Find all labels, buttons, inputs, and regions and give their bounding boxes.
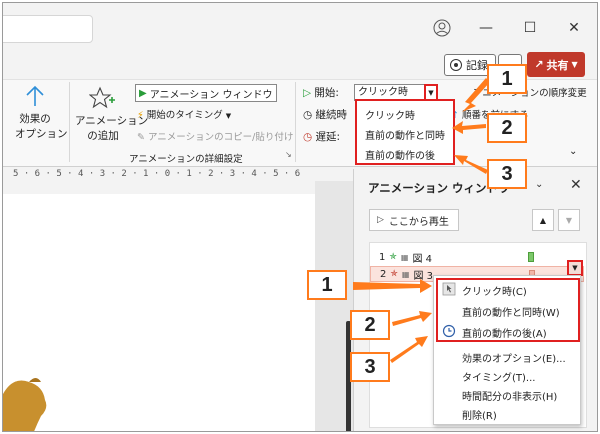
- entrance-star-icon: ✯: [389, 252, 397, 262]
- callout-badge: 3: [350, 352, 390, 382]
- callout-badge: 2: [487, 113, 527, 143]
- horizontal-ruler: 5 · 6 · 5 · 4 · 3 · 2 · 1 · 0 · 1 · 2 · …: [13, 169, 301, 179]
- item-name: 図 3: [413, 270, 434, 282]
- chevron-down-icon: ▼: [225, 112, 232, 120]
- dog-illustration[interactable]: [3, 372, 53, 432]
- play-from-label: ここから再生: [388, 216, 449, 228]
- close-icon[interactable]: ✕: [570, 177, 582, 193]
- account-icon[interactable]: [433, 19, 451, 37]
- timing-bar: [528, 252, 534, 262]
- menu-item-after-previous[interactable]: 直前の動作の後(A): [462, 325, 547, 340]
- group-divider: [69, 82, 70, 162]
- clock-icon: [442, 324, 456, 338]
- item-number: 1: [379, 251, 386, 263]
- menu-item-on-click[interactable]: クリック時(C): [462, 283, 527, 298]
- menu-item-with-previous[interactable]: 直前の動作と同時(W): [462, 304, 560, 319]
- menu-item-effect-options[interactable]: 効果のオプション(E)...: [462, 350, 566, 365]
- chevron-down-icon: ▼: [572, 264, 578, 272]
- start-label: ▷ 開始:: [303, 87, 339, 99]
- record-label: 記録: [466, 59, 488, 72]
- lightning-icon: ⚡: [137, 110, 144, 121]
- entrance-star-icon: ✯: [390, 269, 398, 279]
- item-dropdown-arrow[interactable]: ▼: [567, 260, 583, 276]
- callout-badge: 3: [487, 159, 527, 189]
- move-up-button[interactable]: ▲: [532, 209, 554, 231]
- share-icon: ↗: [534, 58, 544, 71]
- record-icon: [450, 59, 462, 71]
- trigger-label: 開始のタイミング: [146, 110, 223, 121]
- start-options-dropdown: クリック時 直前の動作と同時 直前の動作の後: [355, 99, 455, 165]
- slide-canvas[interactable]: [3, 194, 315, 432]
- animation-pane-icon: ▶: [139, 87, 147, 99]
- menu-item-timing[interactable]: タイミング(T)...: [462, 369, 535, 384]
- chevron-down-icon: ▼: [428, 88, 434, 97]
- clock-icon: ◷: [303, 131, 313, 143]
- delay-label: ◷ 遅延:: [303, 131, 341, 143]
- menu-item-remove[interactable]: 削除(R): [462, 407, 497, 422]
- callout-badge: 2: [350, 310, 390, 340]
- chevron-down-icon[interactable]: ⌄: [535, 179, 543, 190]
- animation-painter-label: アニメーションのコピー/貼り付け: [148, 132, 294, 143]
- close-icon[interactable]: ✕: [563, 17, 585, 39]
- maximize-icon[interactable]: ☐: [519, 17, 541, 39]
- search-box[interactable]: [3, 15, 93, 43]
- play-from-button[interactable]: ▷ ここから再生: [369, 209, 459, 231]
- effect-options-label[interactable]: 効果の オプション: [15, 111, 68, 141]
- effect-options-icon[interactable]: [23, 84, 47, 108]
- animation-context-menu: クリック時(C) 直前の動作と同時(W) 直前の動作の後(A) 効果のオプション…: [433, 275, 581, 425]
- picture-icon: ▦: [401, 269, 410, 279]
- animation-item[interactable]: 1 ✯ ▦ 図 4: [370, 249, 584, 265]
- move-down-button[interactable]: ▼: [558, 209, 580, 231]
- menu-item-hide-timeline[interactable]: 時間配分の非表示(H): [462, 388, 557, 403]
- share-button[interactable]: ↗ 共有 ▼: [527, 52, 585, 77]
- animation-pane-button[interactable]: ▶ アニメーション ウィンドウ: [135, 84, 278, 102]
- group-label: アニメーションの詳細設定: [129, 154, 243, 165]
- ribbon-collapse-icon[interactable]: ⌄: [569, 146, 577, 157]
- triangle-down-icon: ▼: [565, 215, 573, 225]
- mouse-click-icon: [442, 282, 456, 296]
- share-label: 共有: [546, 58, 569, 72]
- trigger-button[interactable]: ⚡ 開始のタイミング ▼: [137, 107, 231, 121]
- dialog-launcher-icon[interactable]: ↘: [285, 150, 292, 159]
- start-option-on-click[interactable]: クリック時: [365, 107, 415, 122]
- callout-badge: 1: [487, 64, 527, 94]
- title-bar: — ☐ ✕: [3, 3, 597, 49]
- animation-painter-button[interactable]: ✎ アニメーションのコピー/貼り付け: [137, 129, 293, 143]
- start-option-after-previous[interactable]: 直前の動作の後: [365, 147, 435, 162]
- brush-icon: ✎: [137, 132, 145, 143]
- item-name: 図 4: [412, 253, 433, 265]
- add-animation-icon[interactable]: [89, 86, 115, 110]
- play-triangle-icon: ▷: [303, 87, 312, 99]
- group-divider: [295, 82, 296, 162]
- triangle-up-icon: ▲: [539, 215, 547, 225]
- item-number: 2: [380, 268, 387, 280]
- picture-icon: ▦: [400, 252, 409, 262]
- chevron-down-icon: ▼: [571, 60, 578, 69]
- animation-pane-label: アニメーション ウィンドウ: [149, 89, 273, 101]
- start-option-with-previous[interactable]: 直前の動作と同時: [365, 127, 445, 142]
- add-animation-label[interactable]: アニメーション の追加: [75, 113, 148, 143]
- duration-label: ◷ 継続時: [303, 109, 348, 121]
- play-icon: ▷: [377, 215, 384, 225]
- callout-badge: 1: [307, 270, 347, 300]
- clock-icon: ◷: [303, 109, 313, 121]
- minimize-icon[interactable]: —: [475, 17, 497, 39]
